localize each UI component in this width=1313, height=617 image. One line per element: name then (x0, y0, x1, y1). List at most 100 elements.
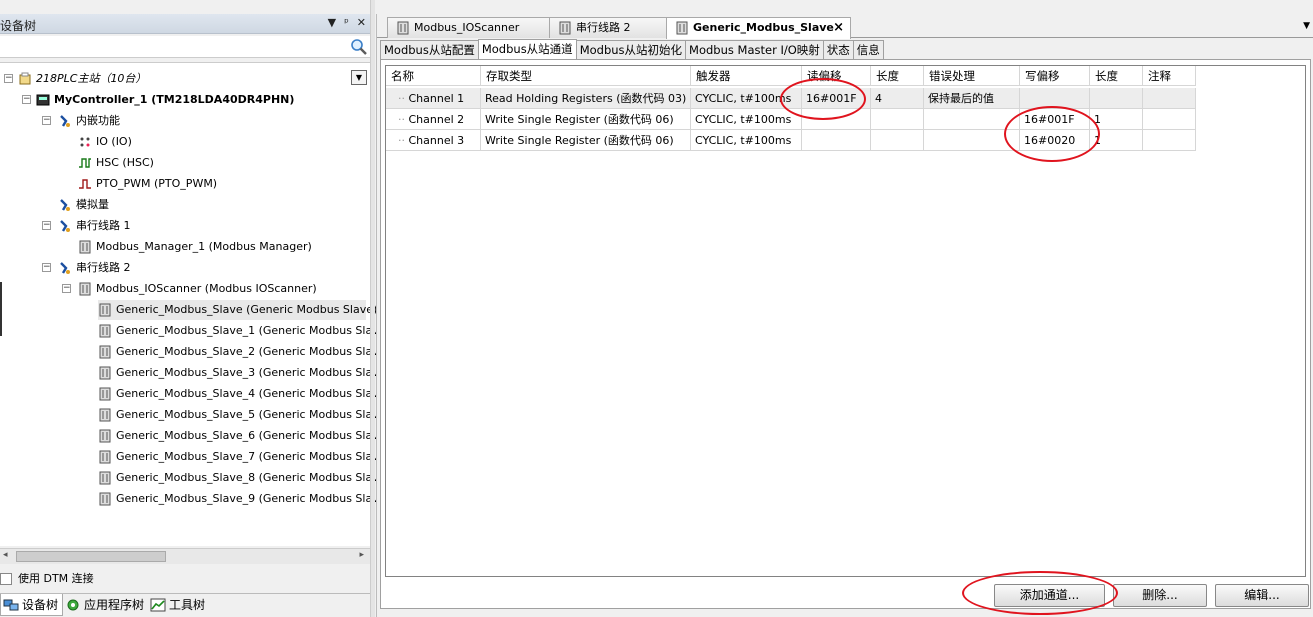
column-header[interactable]: 存取类型 (481, 66, 691, 86)
scroll-left-icon[interactable]: ◂ (3, 550, 8, 560)
tree-collapse-toggle[interactable]: − (62, 284, 71, 293)
table-cell[interactable] (1143, 130, 1196, 151)
table-cell[interactable] (924, 109, 1020, 130)
tree-node-label: 内嵌功能 (76, 114, 120, 127)
dev-icon (78, 282, 92, 296)
column-header[interactable]: 读偏移 (802, 66, 871, 86)
tree-node[interactable]: Generic_Modbus_Slave_8 (Generic Modbus S… (98, 468, 390, 488)
table-cell[interactable] (802, 130, 871, 151)
table-cell[interactable]: CYCLIC, t#100ms (691, 88, 802, 109)
table-cell[interactable]: 16#001F (802, 88, 871, 109)
tab-device-tree[interactable]: 设备树 (0, 594, 64, 616)
scroll-right-icon[interactable]: ▸ (359, 550, 364, 560)
tree-node-label: Generic_Modbus_Slave_5 (Generic Modbus S… (116, 408, 390, 421)
table-cell[interactable] (871, 109, 924, 130)
table-cell[interactable]: Write Single Register (函数代码 06) (481, 130, 691, 151)
close-tab-icon[interactable]: × (833, 18, 844, 38)
tree-node[interactable]: 串行线路 1 (58, 216, 131, 236)
tab-label: 设备树 (22, 597, 59, 612)
tree-node[interactable]: Modbus_Manager_1 (Modbus Manager) (78, 237, 312, 257)
tab-slave-init[interactable]: Modbus从站初始化 (575, 40, 687, 59)
table-cell[interactable]: Write Single Register (函数代码 06) (481, 109, 691, 130)
tree-node[interactable]: 串行线路 2 (58, 258, 131, 278)
table-cell[interactable]: ·· Channel 2 (386, 109, 481, 130)
tree-node[interactable]: 218PLC主站（10台） (18, 69, 146, 89)
column-header[interactable]: 长度 (1090, 66, 1143, 86)
dev-icon (98, 429, 112, 443)
tree-collapse-toggle[interactable]: − (42, 263, 51, 272)
dtm-checkbox[interactable] (0, 573, 12, 585)
dtm-option[interactable]: 使用 DTM 连接 (0, 570, 94, 588)
pin-icon[interactable]: ᵖ (344, 16, 349, 29)
column-header[interactable]: 写偏移 (1020, 66, 1090, 86)
splitter-grip[interactable] (0, 282, 2, 336)
panel-splitter[interactable] (370, 0, 375, 617)
table-cell[interactable]: CYCLIC, t#100ms (691, 109, 802, 130)
hsc-icon (78, 156, 92, 170)
table-cell[interactable] (1143, 109, 1196, 130)
tree-node[interactable]: 模拟量 (58, 195, 109, 215)
table-cell[interactable] (871, 130, 924, 151)
tree-collapse-toggle[interactable]: − (42, 221, 51, 230)
tree-node[interactable]: Generic_Modbus_Slave_9 (Generic Modbus S… (98, 489, 390, 509)
tab-info[interactable]: 信息 (852, 40, 884, 59)
panel-menu-icon[interactable]: ▼ (328, 16, 336, 29)
tree-collapse-toggle[interactable]: − (4, 74, 13, 83)
table-cell[interactable]: 16#0020 (1020, 130, 1090, 151)
tree-node[interactable]: Generic_Modbus_Slave_4 (Generic Modbus S… (98, 384, 390, 404)
table-cell[interactable]: 4 (871, 88, 924, 109)
tab-io-mapping[interactable]: Modbus Master I/O映射 (685, 40, 824, 59)
tab-slave-channel[interactable]: Modbus从站通道 (477, 39, 577, 59)
tree-node[interactable]: Generic_Modbus_Slave_1 (Generic Modbus S… (98, 321, 390, 341)
tab-status[interactable]: 状态 (822, 40, 854, 59)
table-cell[interactable] (924, 130, 1020, 151)
tree-node[interactable]: 内嵌功能 (58, 111, 120, 131)
tab-list-dropdown-icon[interactable]: ▼ (1303, 21, 1310, 31)
doc-tab-serial-line-2[interactable]: 串行线路 2 (549, 17, 667, 38)
doc-tab-generic-modbus-slave[interactable]: Generic_Modbus_Slave × (666, 17, 851, 39)
table-cell[interactable]: 1 (1090, 130, 1143, 151)
table-cell[interactable]: 1 (1090, 109, 1143, 130)
tree-collapse-toggle[interactable]: − (22, 95, 31, 104)
tree-collapse-toggle[interactable]: − (42, 116, 51, 125)
tree-node[interactable]: Modbus_IOScanner (Modbus IOScanner) (78, 279, 317, 299)
tree-node[interactable]: Generic_Modbus_Slave_5 (Generic Modbus S… (98, 405, 390, 425)
table-cell[interactable]: 16#001F (1020, 109, 1090, 130)
doc-tab-modbus-ioscanner[interactable]: Modbus_IOScanner (387, 17, 550, 38)
edit-button[interactable]: 编辑... (1215, 584, 1309, 607)
tree-node[interactable]: Generic_Modbus_Slave_6 (Generic Modbus S… (98, 426, 390, 446)
column-header[interactable]: 注释 (1143, 66, 1196, 86)
delete-button[interactable]: 删除... (1113, 584, 1207, 607)
tree-node[interactable]: Generic_Modbus_Slave_3 (Generic Modbus S… (98, 363, 390, 383)
tree-node[interactable]: Generic_Modbus_Slave_2 (Generic Modbus S… (98, 342, 390, 362)
table-cell[interactable] (802, 109, 871, 130)
table-cell[interactable]: ·· Channel 1 (386, 88, 481, 109)
table-cell[interactable] (1090, 88, 1143, 109)
tree-node[interactable]: HSC (HSC) (78, 153, 154, 173)
close-icon[interactable]: ✕ (357, 16, 366, 29)
scroll-thumb[interactable] (16, 551, 166, 562)
table-cell[interactable]: Read Holding Registers (函数代码 03) (481, 88, 691, 109)
column-header[interactable]: 名称 (386, 66, 481, 86)
table-cell[interactable] (1020, 88, 1090, 109)
tree-node[interactable]: IO (IO) (78, 132, 132, 152)
tree-node[interactable]: MyController_1 (TM218LDA40DR4PHN) (36, 90, 294, 110)
column-header[interactable]: 错误处理 (924, 66, 1020, 86)
tree-dropdown-icon[interactable]: ▼ (351, 70, 367, 85)
horizontal-scrollbar[interactable]: ◂ ▸ (0, 548, 370, 564)
tab-slave-config[interactable]: Modbus从站配置 (380, 40, 479, 59)
tab-application-tree[interactable]: 应用程序树 (63, 594, 148, 616)
table-cell[interactable]: 保持最后的值 (924, 88, 1020, 109)
tab-tool-tree[interactable]: 工具树 (148, 594, 209, 616)
tree-node[interactable]: Generic_Modbus_Slave (Generic Modbus Sla… (98, 300, 377, 320)
add-channel-button[interactable]: 添加通道... (994, 584, 1105, 607)
column-header[interactable]: 长度 (871, 66, 924, 86)
tree-search-bar[interactable] (0, 36, 370, 58)
tree-node[interactable]: PTO_PWM (PTO_PWM) (78, 174, 217, 194)
column-header[interactable]: 触发器 (691, 66, 802, 86)
table-cell[interactable]: ·· Channel 3 (386, 130, 481, 151)
table-cell[interactable] (1143, 88, 1196, 109)
table-cell[interactable]: CYCLIC, t#100ms (691, 130, 802, 151)
tree-node[interactable]: Generic_Modbus_Slave_7 (Generic Modbus S… (98, 447, 390, 467)
search-icon[interactable] (350, 38, 368, 56)
